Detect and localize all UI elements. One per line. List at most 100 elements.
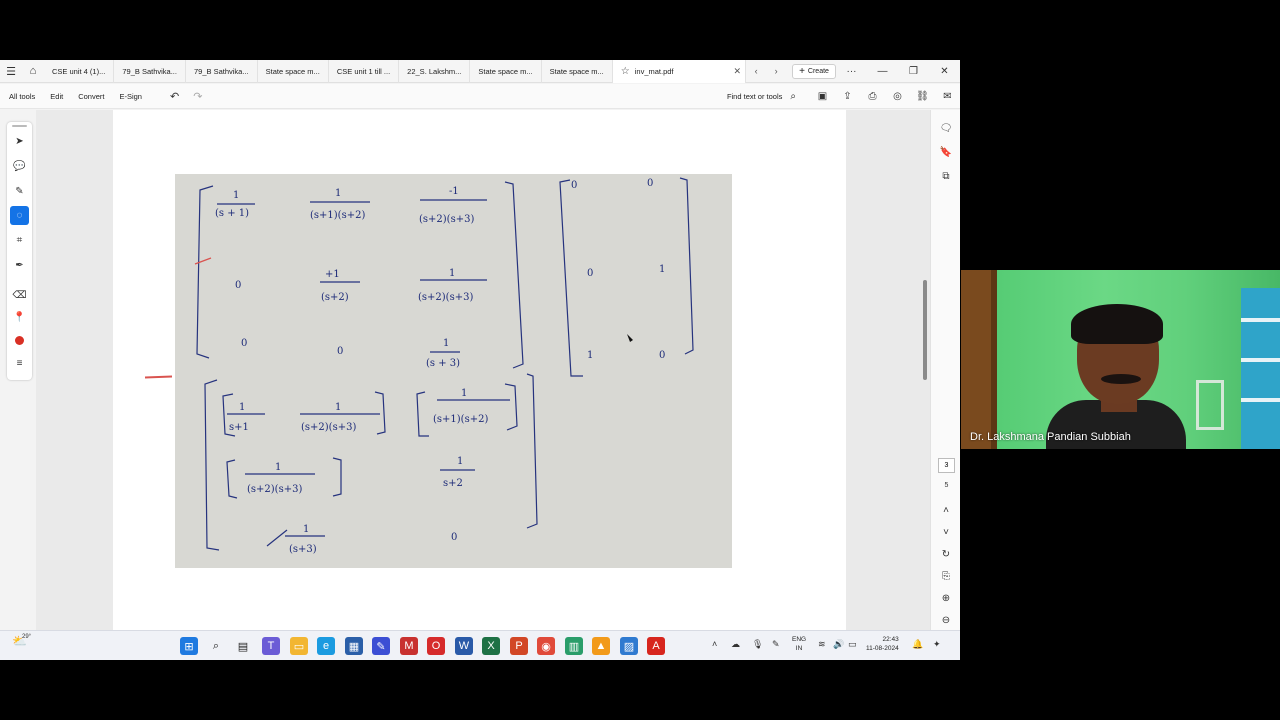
select-cursor-icon[interactable]: ➤	[10, 132, 29, 151]
tab-3[interactable]: 79_B Sathvika...	[186, 60, 258, 83]
pen-tray-icon[interactable]: ✎	[772, 639, 780, 650]
scrollbar-thumb[interactable]	[923, 280, 927, 380]
all-tools-menu[interactable]: All tools	[9, 92, 35, 101]
star-icon[interactable]: ☆	[621, 66, 630, 77]
chevron-right-icon[interactable]: ›	[766, 66, 786, 76]
tab-5[interactable]: CSE unit 1 till ...	[329, 60, 400, 83]
undo-icon[interactable]: ↶	[170, 90, 179, 103]
edge-icon[interactable]: e	[317, 637, 335, 655]
photos-icon[interactable]: ▨	[620, 637, 638, 655]
toolbar-grip[interactable]	[12, 125, 27, 127]
notification-bell-icon[interactable]: 🔔	[912, 639, 923, 650]
home-icon[interactable]: ⌂	[22, 60, 44, 83]
participant-mustache	[1101, 374, 1141, 384]
lasso-icon[interactable]: ◌	[10, 206, 29, 225]
cloud-icon[interactable]: ☁	[731, 639, 740, 650]
comment-icon[interactable]: 💬	[10, 157, 29, 176]
bookmark-icon[interactable]: 🔖	[938, 144, 954, 160]
minimize-icon[interactable]: —	[867, 66, 898, 77]
calculator-icon[interactable]: ▥	[565, 637, 583, 655]
battery-icon[interactable]: ▭	[848, 639, 857, 650]
sign-icon[interactable]: ✒	[10, 256, 29, 275]
tab-6[interactable]: 22_S. Lakshm...	[399, 60, 471, 83]
refresh-icon[interactable]: ↻	[938, 546, 954, 562]
volume-icon[interactable]: 🔊	[833, 639, 844, 650]
chevron-up-icon[interactable]: ˄	[938, 502, 954, 518]
store-icon[interactable]: ▦	[345, 637, 363, 655]
tab-bar: ☰ ⌂ CSE unit 4 (1)... 79_B Sathvika... 7…	[0, 60, 960, 83]
tab-label: inv_mat.pdf	[634, 66, 674, 76]
file-explorer-icon[interactable]: ▭	[290, 637, 308, 655]
pages-icon[interactable]: ⧉	[938, 168, 954, 184]
matrix-entry: s+1	[229, 422, 249, 433]
language-indicator[interactable]: ENG IN	[792, 635, 806, 653]
powerpoint-icon[interactable]: P	[510, 637, 528, 655]
upload-icon[interactable]: ⇪	[835, 91, 860, 102]
tab-7[interactable]: State space m...	[470, 60, 542, 83]
wifi-icon[interactable]: ≋	[818, 639, 826, 650]
pin-icon[interactable]: 📍	[10, 308, 29, 327]
create-button[interactable]: + Create	[792, 63, 836, 79]
text-box-icon[interactable]: ⌗	[10, 231, 29, 250]
pen-icon[interactable]: ✎	[10, 182, 29, 201]
app-icon[interactable]: ✎	[372, 637, 390, 655]
mail-icon[interactable]: ✉	[935, 91, 960, 102]
restore-icon[interactable]: ❐	[898, 66, 929, 77]
mic-icon[interactable]: 🎙	[752, 639, 763, 650]
zoom-in-icon[interactable]: ⊕	[938, 590, 954, 606]
search-icon[interactable]: ⌕	[790, 91, 796, 102]
mcafee-icon[interactable]: M	[400, 637, 418, 655]
copilot-icon[interactable]: ✦	[933, 639, 941, 650]
matrix-entry: 1	[233, 190, 239, 201]
more-icon[interactable]: ···	[836, 66, 867, 77]
matrix-entry: (s + 1)	[215, 208, 249, 219]
close-window-icon[interactable]: ✕	[929, 66, 960, 77]
eraser-icon[interactable]: ⌫	[10, 286, 29, 305]
chevron-down-icon[interactable]: ˅	[938, 524, 954, 540]
matrix-entry: 0	[337, 346, 343, 357]
find-text-or-tools[interactable]: Find text or tools	[727, 92, 782, 101]
matrix-entry: 0	[241, 338, 247, 349]
tab-active-inv-mat[interactable]: ☆ inv_mat.pdf ✕	[612, 60, 747, 83]
opera-icon[interactable]: O	[427, 637, 445, 655]
tab-8[interactable]: State space m...	[542, 60, 613, 83]
excel-icon[interactable]: X	[482, 637, 500, 655]
windows-start-icon[interactable]: ⊞	[180, 637, 198, 655]
chevron-up-icon[interactable]: ˄	[712, 639, 717, 649]
document-area[interactable]: 1 (s + 1) 1 (s+1)(s+2) -1 (s+2)(s+3) 0 +…	[36, 110, 930, 630]
clock[interactable]: 22:43 11-08-2024	[866, 635, 899, 653]
redo-icon[interactable]: ↷	[193, 90, 202, 103]
color-dot-icon[interactable]	[10, 331, 29, 350]
video-door-edge	[991, 270, 997, 449]
matrix-entry: 1	[457, 456, 463, 467]
menu-icon[interactable]: ☰	[0, 60, 22, 83]
print-icon[interactable]: ⎙	[860, 91, 885, 102]
export-icon[interactable]: ⎘	[938, 568, 954, 584]
task-view-icon[interactable]: ▤	[234, 637, 252, 655]
esign-menu[interactable]: E-Sign	[119, 92, 142, 101]
tab-2[interactable]: 79_B Sathvika...	[114, 60, 186, 83]
matrix-entry: (s+2)	[321, 292, 349, 303]
teams-icon[interactable]: T	[262, 637, 280, 655]
zoom-out-icon[interactable]: ⊖	[938, 612, 954, 628]
search-icon[interactable]: ⌕	[207, 637, 225, 655]
chevron-left-icon[interactable]: ‹	[746, 66, 766, 76]
comments-panel-icon[interactable]: 🗨	[938, 120, 954, 136]
tab-4[interactable]: State space m...	[258, 60, 329, 83]
close-tab-icon[interactable]: ✕	[734, 66, 742, 77]
save-icon[interactable]: ▣	[810, 91, 835, 102]
vlc-icon[interactable]: ▲	[592, 637, 610, 655]
right-panel: 🗨 🔖 ⧉ 3 5 ˄ ˅ ↻ ⎘ ⊕ ⊖	[930, 110, 960, 630]
video-participant-tile[interactable]: Dr. Lakshmana Pandian Subbiah	[961, 270, 1280, 449]
tab-1[interactable]: CSE unit 4 (1)...	[44, 60, 115, 83]
link-icon[interactable]: ⛓	[910, 91, 935, 102]
acrobat-icon[interactable]: A	[647, 637, 665, 655]
chrome-icon[interactable]: ◉	[537, 637, 555, 655]
share-user-icon[interactable]: ◎	[885, 91, 910, 102]
word-icon[interactable]: W	[455, 637, 473, 655]
matrix-entry: (s+2)(s+3)	[247, 484, 302, 495]
edit-menu[interactable]: Edit	[50, 92, 63, 101]
page-number-field[interactable]: 3	[938, 458, 955, 473]
convert-menu[interactable]: Convert	[78, 92, 104, 101]
menu-lines-icon[interactable]: ≡	[10, 354, 29, 373]
